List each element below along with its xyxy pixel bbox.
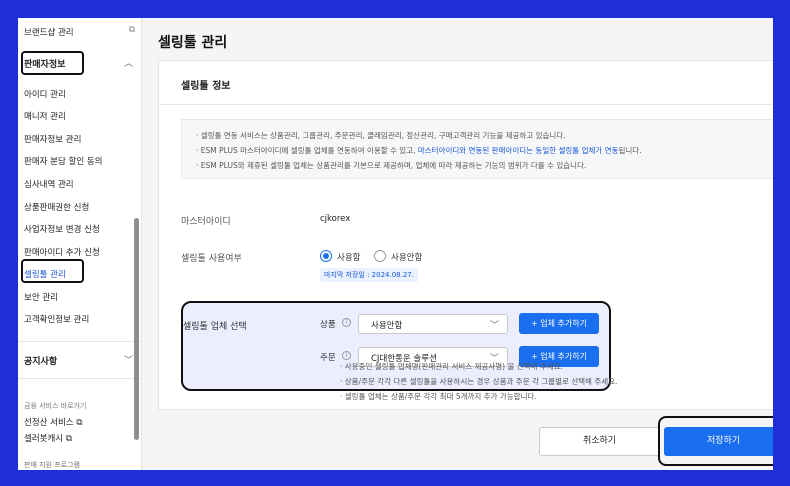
notice-box: · 셀링툴 연동 서비스는 상품관리, 그룹관리, 주문관리, 클레임관리, 정… — [181, 119, 773, 179]
app-frame: 브랜드샵 관리 ⧉ 판매자정보 ︿ 아이디 관리 매니저 관리 판매자정보 관리… — [18, 18, 773, 470]
sidebar-item-manager[interactable]: 매니저 관리 — [24, 110, 66, 122]
card-divider — [159, 104, 773, 105]
card-title: 셀링툴 정보 — [181, 81, 231, 92]
radio-usage-on[interactable] — [320, 250, 332, 262]
sidebar-item-id[interactable]: 아이디 관리 — [24, 88, 66, 100]
external-link-icon: ⧉ — [65, 434, 72, 444]
sidebar-divider — [18, 378, 141, 379]
sidebar-scrollbar[interactable] — [134, 218, 139, 440]
sidebar-item-brandshop[interactable]: 브랜드샵 관리 — [24, 26, 74, 38]
notice-line: · ESM PLUS와 제휴된 셀링툴 업체는 상품관리를 기본으로 제공하며,… — [196, 161, 587, 170]
sidebar-item-seller-info[interactable]: 판매자정보 관리 — [24, 133, 81, 145]
master-id-value: cjkorex — [320, 214, 351, 224]
support-program-title: 판매 지원 프로그램 — [24, 461, 80, 469]
quick-link-label: 선정산 서비스 — [24, 418, 74, 428]
master-id-label: 마스터아이디 — [181, 217, 231, 227]
cancel-button[interactable]: 취소하기 — [539, 427, 660, 456]
product-label: 상품 — [320, 320, 336, 330]
sidebar-item-sellingtool[interactable]: 셀링툴 관리 — [24, 268, 66, 280]
chevron-down-icon[interactable]: ﹀ — [124, 353, 133, 366]
radio-usage-on-label[interactable]: 사용함 — [337, 251, 360, 263]
sidebar-item-review[interactable]: 심사내역 관리 — [24, 178, 74, 190]
last-saved-badge: 마지막 저장일 : 2024.08.27. — [320, 268, 418, 282]
product-vendor-value: 사용안함 — [371, 321, 403, 331]
radio-usage-off[interactable] — [374, 250, 386, 262]
sidebar-section-seller[interactable]: 판매자정보 — [24, 57, 65, 70]
usage-label: 셀링툴 사용여부 — [181, 254, 242, 264]
chevron-down-icon: ﹀ — [489, 321, 499, 331]
sidebar: 브랜드샵 관리 ⧉ 판매자정보 ︿ 아이디 관리 매니저 관리 판매자정보 관리… — [18, 18, 142, 470]
save-button[interactable]: 저장하기 — [664, 427, 773, 456]
chevron-up-icon[interactable]: ︿ — [124, 56, 133, 69]
page-title: 셀링툴 관리 — [158, 35, 228, 51]
sidebar-item-business-change[interactable]: 사업자정보 변경 신청 — [24, 223, 100, 235]
external-link-icon[interactable]: ⧉ — [129, 25, 135, 35]
sidebar-item-permission[interactable]: 상품판매권한 신청 — [24, 201, 89, 213]
info-icon[interactable]: i — [342, 318, 351, 327]
quick-links-title: 금융 서비스 바로가기 — [24, 402, 87, 410]
main-content: 셀링툴 관리 셀링툴 정보 · 셀링툴 연동 서비스는 상품관리, 그룹관리, … — [142, 18, 773, 470]
quick-link-cash[interactable]: 셀러봇캐시 ⧉ — [24, 432, 72, 444]
vendor-label: 셀링툴 업체 선택 — [183, 322, 247, 332]
sidebar-divider — [18, 341, 141, 342]
quick-link-label: 셀러봇캐시 — [24, 434, 64, 444]
hint-line: · 사용중인 셀링툴 업체명(판매관리 서비스 제공사명) 을 선택해 주세요. — [340, 362, 563, 371]
sellingtool-card: 셀링툴 정보 · 셀링툴 연동 서비스는 상품관리, 그룹관리, 주문관리, 클… — [158, 60, 773, 410]
sidebar-section-notice[interactable]: 공지사항 — [24, 354, 57, 367]
info-icon[interactable]: i — [342, 351, 351, 360]
product-vendor-select[interactable]: 사용안함 ﹀ — [358, 314, 508, 334]
order-label: 주문 — [320, 353, 336, 363]
add-product-vendor-button[interactable]: + 업체 추가하기 — [519, 313, 599, 334]
sidebar-item-security[interactable]: 보안 관리 — [24, 291, 58, 303]
hint-line: · 셀링툴 업체는 상품/주문 각각 최대 5개까지 추가 가능합니다. — [340, 392, 537, 401]
sidebar-item-add-id[interactable]: 판매아이디 추가 신청 — [24, 246, 100, 258]
notice-line: · ESM PLUS 마스터아이디에 셀링툴 업체를 연동하여 이용할 수 있고… — [196, 146, 642, 155]
sidebar-item-discount[interactable]: 판매자 분담 할인 동의 — [24, 155, 103, 167]
external-link-icon: ⧉ — [76, 418, 83, 428]
sidebar-item-customer[interactable]: 고객확인정보 관리 — [24, 313, 89, 325]
radio-usage-off-label[interactable]: 사용안함 — [391, 251, 422, 263]
quick-link-settlement[interactable]: 선정산 서비스 ⧉ — [24, 416, 82, 428]
hint-line: · 상품/주문 각각 다른 셀링툴을 사용하시는 경우 상품과 주문 각 그룹별… — [340, 377, 618, 386]
notice-line: · 셀링툴 연동 서비스는 상품관리, 그룹관리, 주문관리, 클레임관리, 정… — [196, 131, 566, 140]
